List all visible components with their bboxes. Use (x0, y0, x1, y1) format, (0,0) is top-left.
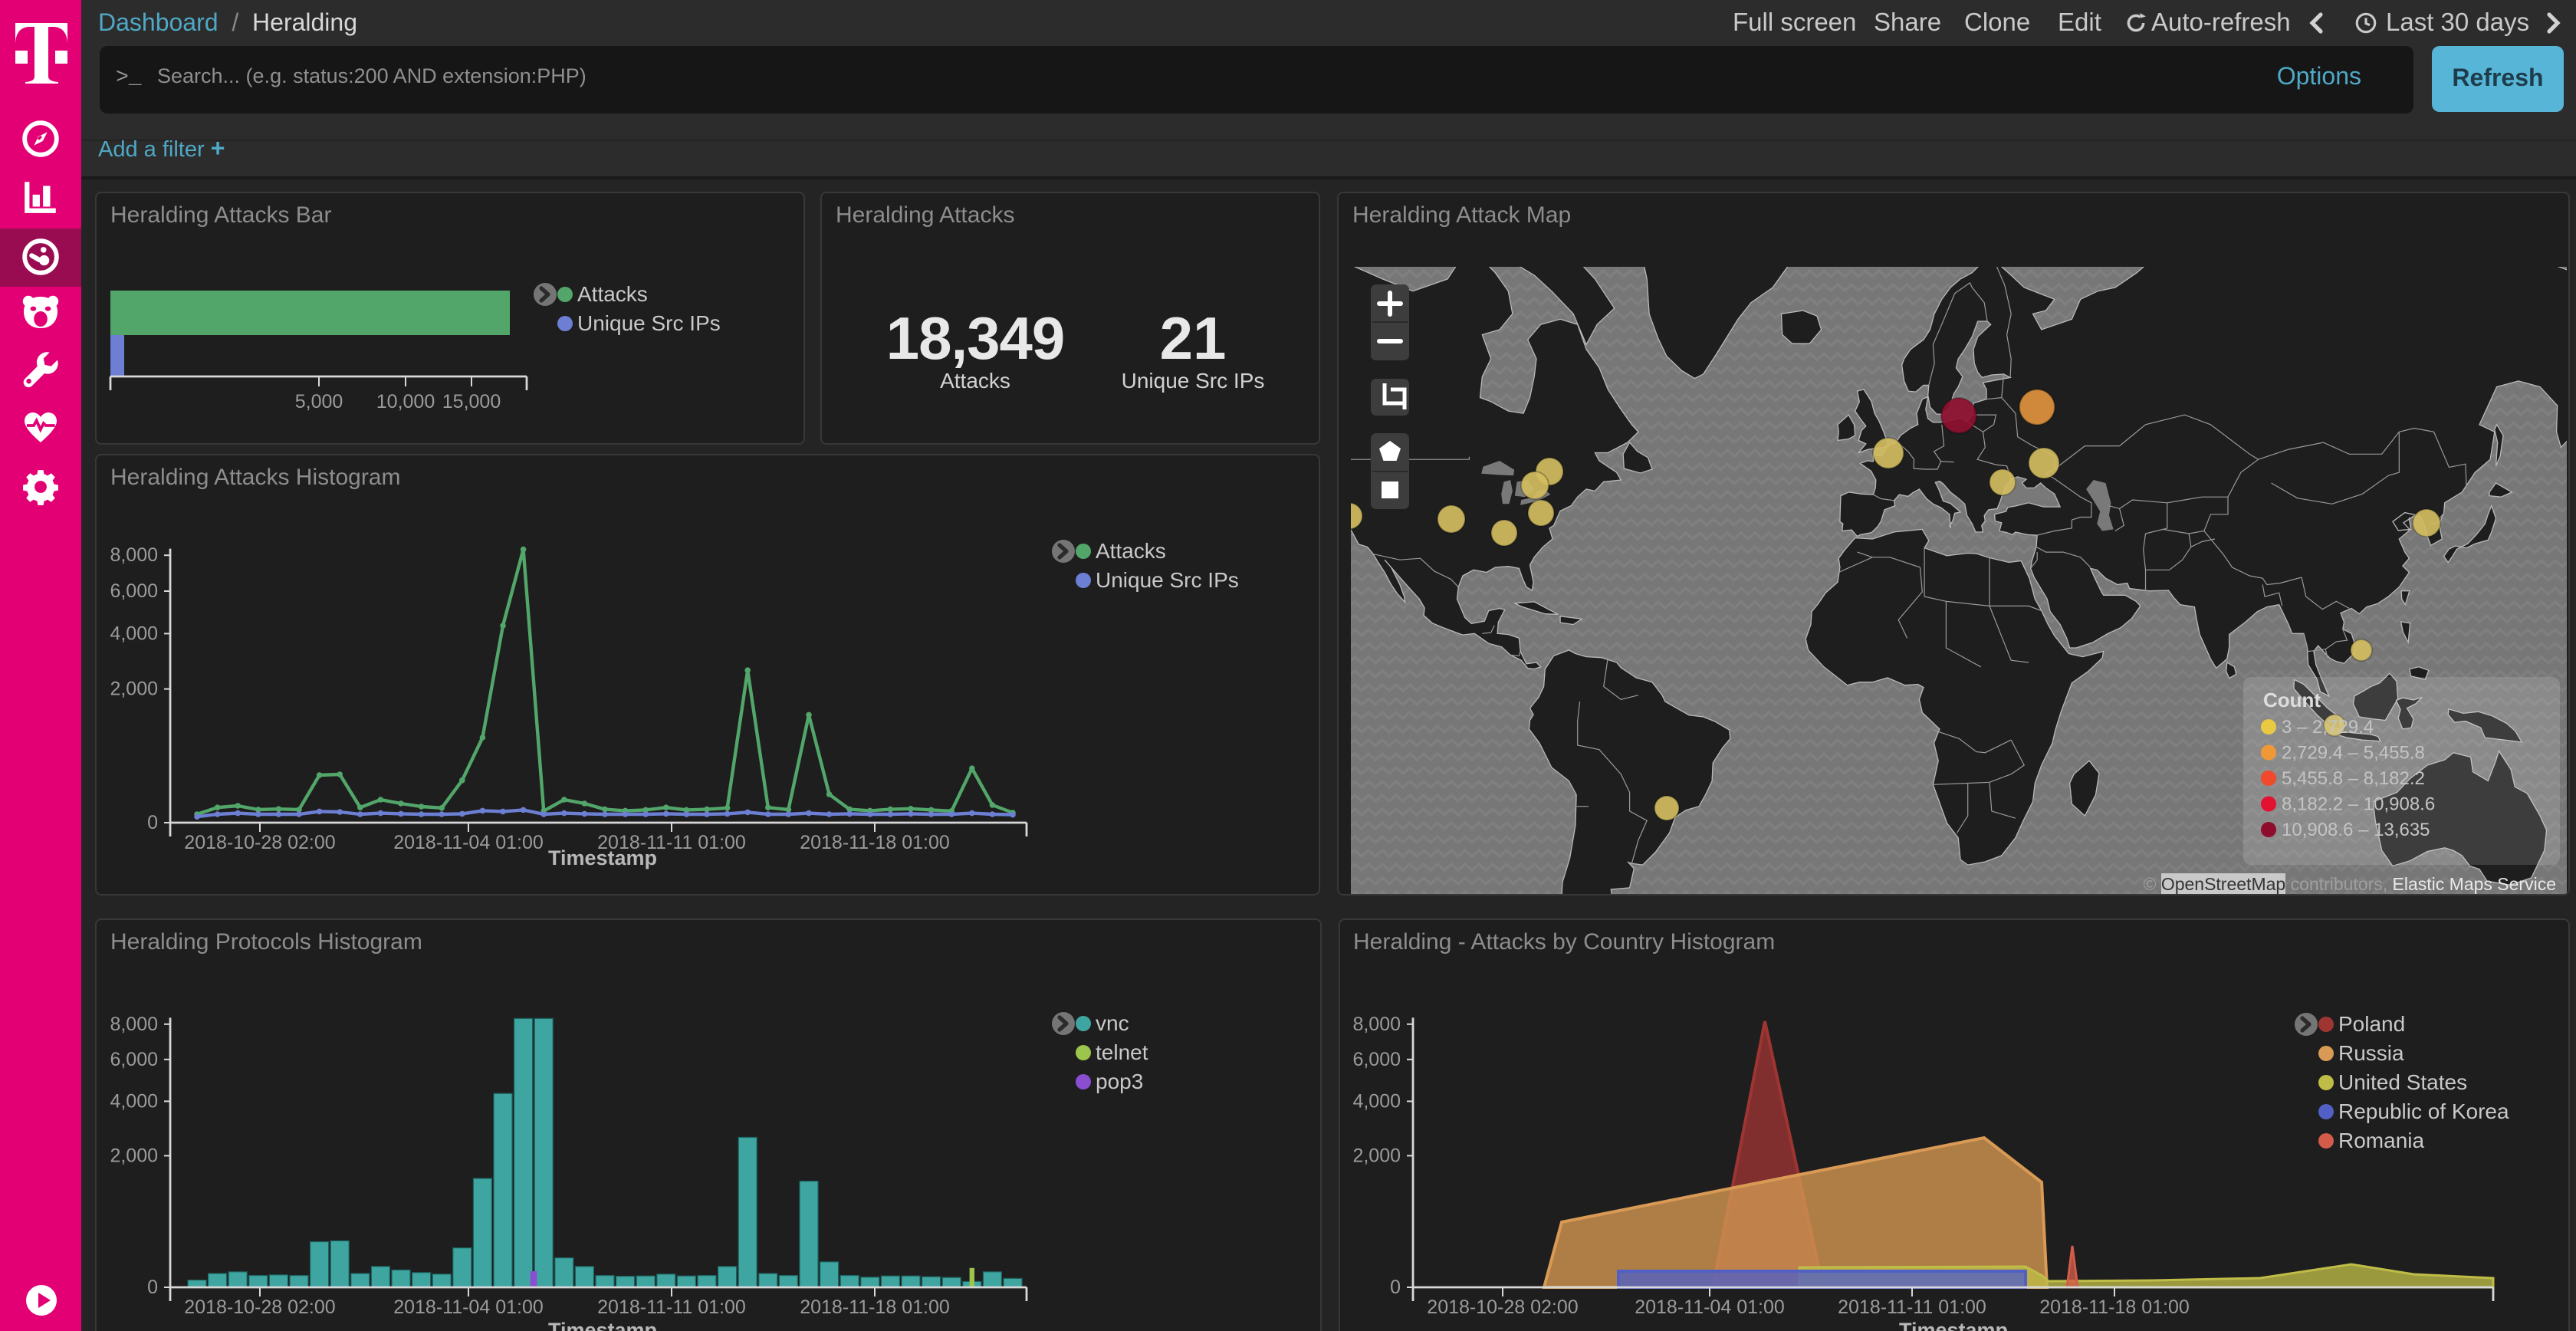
svg-text:Timestamp: Timestamp (548, 846, 657, 869)
svg-text:Poland: Poland (2338, 1012, 2404, 1036)
svg-text:0: 0 (1389, 1277, 1400, 1298)
svg-text:8,000: 8,000 (1352, 1014, 1400, 1035)
svg-text:Unique Src IPs: Unique Src IPs (577, 311, 721, 334)
svg-text:2,000: 2,000 (110, 678, 158, 699)
svg-text:0: 0 (147, 1277, 158, 1298)
svg-text:4,000: 4,000 (1352, 1090, 1400, 1112)
svg-text:Russia: Russia (2338, 1041, 2404, 1065)
svg-text:8,000: 8,000 (110, 544, 158, 565)
svg-text:Republic of Korea: Republic of Korea (2338, 1099, 2509, 1123)
svg-text:6,000: 6,000 (110, 1049, 158, 1070)
svg-text:4,000: 4,000 (110, 1090, 158, 1112)
svg-text:Attacks: Attacks (1096, 538, 1166, 562)
svg-text:2018-11-18 01:00: 2018-11-18 01:00 (800, 831, 950, 853)
svg-text:Count: Count (2263, 689, 2321, 712)
svg-text:0: 0 (147, 811, 158, 833)
svg-text:2018-10-28 02:00: 2018-10-28 02:00 (184, 831, 335, 853)
svg-text:2018-11-18 01:00: 2018-11-18 01:00 (2039, 1296, 2189, 1318)
svg-text:vnc: vnc (1096, 1011, 1129, 1035)
svg-text:2018-11-18 01:00: 2018-11-18 01:00 (800, 1296, 950, 1318)
svg-text:2,729.4 – 5,455.8: 2,729.4 – 5,455.8 (2282, 743, 2425, 764)
svg-text:8,182.2 – 10,908.6: 8,182.2 – 10,908.6 (2282, 794, 2435, 815)
svg-text:pop3: pop3 (1096, 1070, 1143, 1093)
svg-text:2018-11-04 01:00: 2018-11-04 01:00 (393, 831, 544, 853)
svg-text:4,000: 4,000 (110, 622, 158, 643)
svg-text:2018-11-11 01:00: 2018-11-11 01:00 (1837, 1296, 1986, 1318)
svg-text:2,000: 2,000 (1352, 1145, 1400, 1166)
svg-text:5,455.8 – 8,182.2: 5,455.8 – 8,182.2 (2282, 768, 2425, 789)
svg-text:2018-10-28 02:00: 2018-10-28 02:00 (184, 1296, 335, 1318)
svg-text:2018-11-11 01:00: 2018-11-11 01:00 (597, 1296, 746, 1318)
svg-text:2018-10-28 02:00: 2018-10-28 02:00 (1426, 1296, 1577, 1318)
svg-text:3 – 2,729.4: 3 – 2,729.4 (2282, 717, 2374, 738)
svg-text:8,000: 8,000 (110, 1014, 158, 1035)
svg-text:6,000: 6,000 (1352, 1049, 1400, 1070)
svg-text:10,908.6 – 13,635: 10,908.6 – 13,635 (2282, 820, 2430, 840)
svg-text:Romania: Romania (2338, 1129, 2423, 1152)
svg-text:15,000: 15,000 (442, 390, 501, 412)
svg-text:6,000: 6,000 (110, 580, 158, 601)
svg-text:Unique Src IPs: Unique Src IPs (1096, 567, 1239, 591)
svg-text:© OpenStreetMap contributors,: © OpenStreetMap contributors, Elastic Ma… (2143, 874, 2556, 894)
svg-text:Attacks: Attacks (577, 281, 648, 305)
svg-text:telnet: telnet (1096, 1040, 1148, 1064)
svg-text:2,000: 2,000 (110, 1145, 158, 1166)
svg-text:Timestamp: Timestamp (1898, 1319, 2007, 1331)
svg-text:2018-11-04 01:00: 2018-11-04 01:00 (1634, 1296, 1784, 1318)
svg-text:10,000: 10,000 (376, 390, 435, 412)
svg-text:United States: United States (2338, 1070, 2466, 1094)
svg-text:5,000: 5,000 (295, 390, 343, 412)
svg-text:Timestamp: Timestamp (548, 1319, 657, 1331)
svg-text:2018-11-04 01:00: 2018-11-04 01:00 (393, 1296, 544, 1318)
